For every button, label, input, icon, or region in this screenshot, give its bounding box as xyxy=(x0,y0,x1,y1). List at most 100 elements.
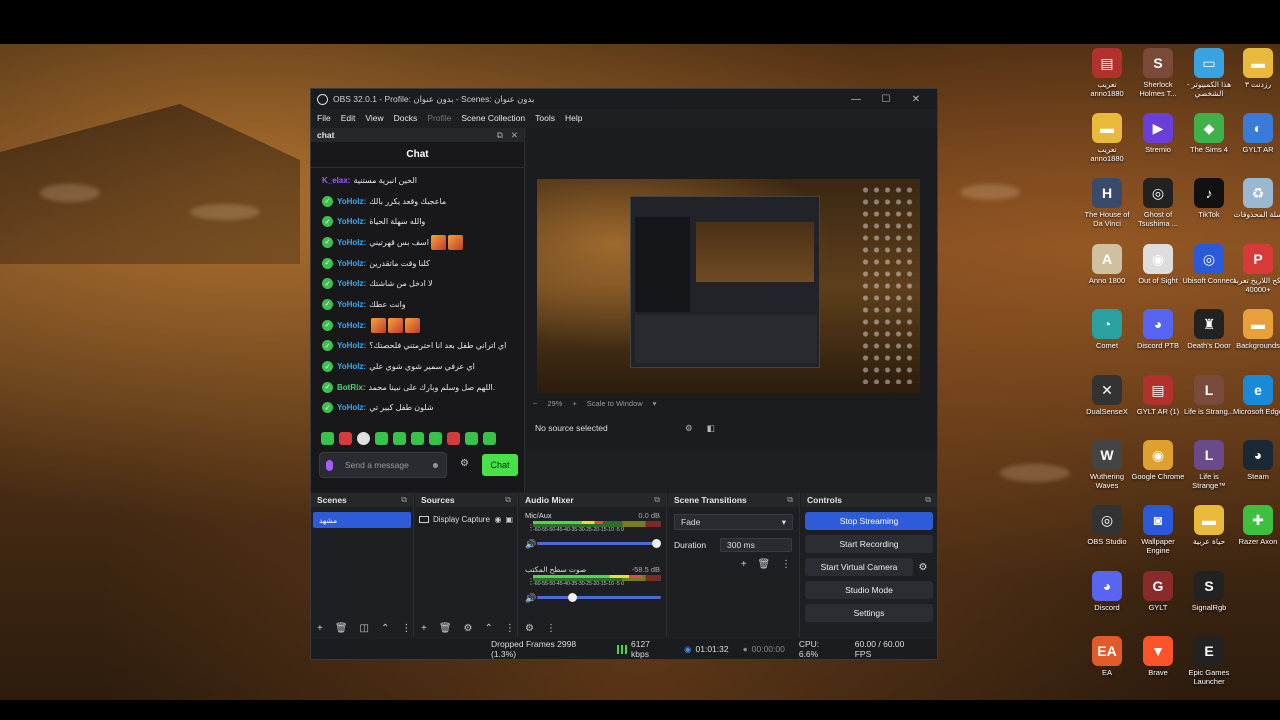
desktop-icon[interactable]: ▤ GYLT AR (1) xyxy=(1131,373,1185,433)
virtual-camera-gear-icon[interactable]: ⚙ xyxy=(913,558,933,576)
remove-source-icon[interactable]: 🗑 xyxy=(439,623,452,634)
float-dock-icon[interactable]: ⧉ xyxy=(497,130,503,141)
close-button[interactable]: ✕ xyxy=(901,94,931,105)
desktop-icon[interactable]: ▬ رزدنت ٣ xyxy=(1231,46,1280,106)
settings-button[interactable]: Settings xyxy=(805,604,933,622)
scale-mode-select[interactable]: Scale to Window xyxy=(587,399,643,408)
emote-icon[interactable] xyxy=(411,432,424,445)
desktop-icon[interactable]: ▬ Backgrounds xyxy=(1231,307,1280,367)
volume-slider[interactable] xyxy=(537,539,661,548)
speaker-icon[interactable]: 🔊 xyxy=(525,593,536,604)
emote-icon[interactable] xyxy=(483,432,496,445)
desktop-icon[interactable]: ◎ OBS Studio xyxy=(1080,503,1134,563)
more-options-icon[interactable]: ⋮ xyxy=(781,559,791,570)
desktop-icon[interactable]: W Wuthering Waves xyxy=(1080,438,1134,498)
chat-message-list[interactable]: K_elax: الحين انبرية مستنية ✓ YoHolz: ماعجبك… xyxy=(311,170,525,420)
volume-slider-knob[interactable] xyxy=(652,539,661,548)
desktop-icon[interactable]: EA EA xyxy=(1080,634,1134,694)
move-up-icon[interactable]: ⌃ xyxy=(485,623,493,634)
source-properties-gear-icon[interactable]: ⚙ xyxy=(678,423,700,434)
visibility-eye-icon[interactable]: ◉ xyxy=(494,515,501,524)
chat-username[interactable]: YoHolz: xyxy=(337,279,366,288)
source-settings-gear-icon[interactable]: ⚙ xyxy=(464,623,473,634)
add-source-icon[interactable]: + xyxy=(421,623,427,634)
move-up-icon[interactable]: ⌃ xyxy=(381,623,389,634)
emote-icon[interactable] xyxy=(393,432,406,445)
chat-message-input[interactable]: Send a message ☻ xyxy=(319,452,447,478)
maximize-button[interactable]: ☐ xyxy=(871,94,901,105)
menu-help[interactable]: Help xyxy=(565,113,582,123)
menu-file[interactable]: File xyxy=(317,113,331,123)
start-recording-button[interactable]: Start Recording xyxy=(805,535,933,553)
float-dock-icon[interactable]: ⧉ xyxy=(654,495,660,505)
studio-mode-button[interactable]: Studio Mode xyxy=(805,581,933,599)
emote-icon[interactable] xyxy=(447,432,460,445)
float-dock-icon[interactable]: ⧉ xyxy=(925,495,931,505)
chat-username[interactable]: K_elax: xyxy=(322,176,350,185)
chat-settings-gear-icon[interactable]: ⚙ xyxy=(460,458,469,469)
desktop-icon[interactable]: ◉ Out of Sight xyxy=(1131,242,1185,302)
desktop-icon[interactable]: ◎ Ubisoft Connect xyxy=(1182,242,1236,302)
desktop-icon[interactable]: ♪ TikTok xyxy=(1182,176,1236,236)
emote-icon[interactable] xyxy=(429,432,442,445)
menu-view[interactable]: View xyxy=(365,113,383,123)
menu-scene-collection[interactable]: Scene Collection xyxy=(461,113,525,123)
source-filters-icon[interactable]: ◧ xyxy=(700,423,722,434)
speaker-icon[interactable]: 🔊 xyxy=(525,539,536,550)
desktop-icon[interactable]: A Anno 1800 xyxy=(1080,242,1134,302)
menu-edit[interactable]: Edit xyxy=(341,113,356,123)
zoom-out-icon[interactable]: − xyxy=(533,399,537,408)
emote-icon[interactable] xyxy=(339,432,352,445)
desktop-icon[interactable]: ▤ تعريب anno1880 xyxy=(1080,46,1134,106)
desktop-icon[interactable]: ♜ Death's Door xyxy=(1182,307,1236,367)
desktop-icon[interactable]: H The House of Da Vinci xyxy=(1080,176,1134,236)
chat-username[interactable]: YoHolz: xyxy=(337,321,366,330)
desktop-icon[interactable]: ◕ Discord xyxy=(1080,569,1134,629)
remove-transition-icon[interactable]: 🗑 xyxy=(758,559,771,570)
chat-username[interactable]: YoHolz: xyxy=(337,197,366,206)
zoom-in-icon[interactable]: + xyxy=(572,399,576,408)
desktop-icon[interactable]: S SignalRgb xyxy=(1182,569,1236,629)
more-options-icon[interactable]: ⋮ xyxy=(546,623,556,634)
more-options-icon[interactable]: ⋮ xyxy=(401,623,411,634)
desktop-icon[interactable]: ◉ Google Chrome xyxy=(1131,438,1185,498)
chat-username[interactable]: YoHolz: xyxy=(337,341,366,350)
desktop-icon[interactable]: ✕ DualSenseX xyxy=(1080,373,1134,433)
emote-icon[interactable] xyxy=(357,432,370,445)
program-preview[interactable] xyxy=(537,179,920,394)
desktop-icon[interactable]: ♻ سلة المحذوفات xyxy=(1231,176,1280,236)
desktop-icon[interactable]: G GYLT xyxy=(1131,569,1185,629)
desktop-icon[interactable]: ▬ تعريب anno1880 xyxy=(1080,111,1134,171)
desktop-icon[interactable]: P نكح اللاريخ تعربة 40000+ xyxy=(1231,242,1280,302)
volume-slider[interactable] xyxy=(537,593,661,602)
lock-icon[interactable]: ▣ xyxy=(505,515,513,524)
desktop-icon[interactable]: ◐ GYLT AR xyxy=(1231,111,1280,171)
chat-username[interactable]: YoHolz: xyxy=(337,259,366,268)
desktop-icon[interactable]: ▶ Stremio xyxy=(1131,111,1185,171)
menu-tools[interactable]: Tools xyxy=(535,113,555,123)
desktop-icon[interactable]: ◔ Comet xyxy=(1080,307,1134,367)
chat-username[interactable]: YoHolz: xyxy=(337,403,366,412)
emote-icon[interactable] xyxy=(321,432,334,445)
chat-send-button[interactable]: Chat xyxy=(482,454,518,476)
chat-username[interactable]: YoHolz: xyxy=(337,238,366,247)
desktop-icon[interactable]: ◕ Steam xyxy=(1231,438,1280,498)
minimize-button[interactable]: — xyxy=(841,94,871,105)
stop-streaming-button[interactable]: Stop Streaming xyxy=(805,512,933,530)
emote-icon[interactable] xyxy=(465,432,478,445)
desktop-icon[interactable]: ◙ Wallpaper Engine xyxy=(1131,503,1185,563)
scene-filters-icon[interactable]: ◫ xyxy=(360,623,369,634)
desktop-icon[interactable]: ◕ Discord PTB xyxy=(1131,307,1185,367)
close-dock-icon[interactable]: ✕ xyxy=(511,130,518,141)
advanced-audio-icon[interactable]: ⚙ xyxy=(525,623,534,634)
start-virtual-camera-button[interactable]: Start Virtual Camera xyxy=(805,558,913,576)
chat-username[interactable]: YoHolz: xyxy=(337,217,366,226)
remove-scene-icon[interactable]: 🗑 xyxy=(335,623,348,634)
desktop-icon[interactable]: ▭ هذا الكمبيوتر - الشخصي xyxy=(1182,46,1236,106)
add-scene-icon[interactable]: + xyxy=(317,623,323,634)
float-dock-icon[interactable]: ⧉ xyxy=(401,495,407,505)
source-item[interactable]: Display Capture ◉ ▣ xyxy=(419,512,513,526)
more-options-icon[interactable]: ⋮ xyxy=(505,623,515,634)
duration-input[interactable]: 300 ms xyxy=(720,538,792,552)
chat-username[interactable]: YoHolz: xyxy=(337,362,366,371)
